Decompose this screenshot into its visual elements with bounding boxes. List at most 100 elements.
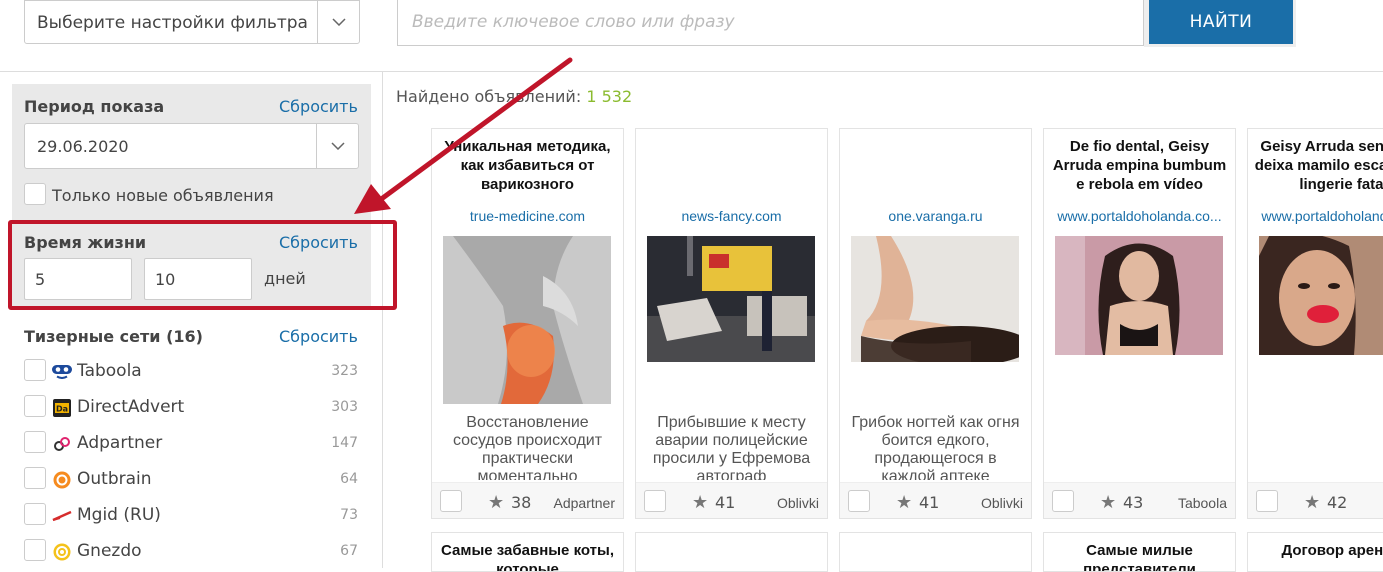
ad-card[interactable]: Geisy Arruda sensual e deixa mamilo esca… [1247, 128, 1383, 519]
ad-card-title[interactable] [844, 137, 1027, 195]
ad-card-footer: ★ 42 [1248, 482, 1383, 518]
network-checkbox[interactable] [24, 503, 46, 525]
found-count: 1 532 [586, 87, 633, 106]
star-icon[interactable]: ★ [1100, 492, 1116, 513]
ad-card-checkbox[interactable] [644, 490, 666, 512]
chevron-down-icon[interactable] [317, 1, 359, 43]
ad-card-title[interactable]: Самые милые представители [1048, 541, 1231, 571]
ad-card-description: Прибывшие к месту аварии полицейские про… [652, 414, 811, 480]
ad-card-network: Taboola [1177, 495, 1227, 511]
network-item-gnezdo[interactable]: Gnezdo 67 [24, 539, 360, 565]
ad-card-footer: ★ 41 Oblivki [840, 482, 1031, 518]
network-item-directadvert[interactable]: Da DirectAdvert 303 [24, 395, 360, 421]
ad-card-title[interactable] [844, 541, 1027, 571]
ad-card-footer: ★ 38 Adpartner [432, 482, 623, 518]
ad-card[interactable]: Самые милые представители [1043, 532, 1236, 572]
ad-card-description [1254, 414, 1383, 480]
ad-card[interactable]: Договор аренды [1247, 532, 1383, 572]
network-label: DirectAdvert [77, 397, 185, 417]
ad-card-description [1050, 414, 1229, 480]
ad-card-checkbox[interactable] [1052, 490, 1074, 512]
network-label: Outbrain [77, 469, 152, 489]
star-icon[interactable]: ★ [896, 492, 912, 513]
outbrain-icon [52, 470, 72, 490]
star-icon[interactable]: ★ [488, 492, 504, 513]
network-label: Gnezdo [77, 541, 142, 561]
network-count: 303 [331, 399, 358, 415]
top-bar: Выберите настройки фильтра Введите ключе… [0, 0, 1383, 72]
network-label: Adpartner [77, 433, 163, 453]
network-item-adpartner[interactable]: Adpartner 147 [24, 431, 360, 457]
ad-card-domain[interactable]: www.portaldoholanda.com [1252, 208, 1383, 224]
ad-card-checkbox[interactable] [440, 490, 462, 512]
search-input[interactable]: Введите ключевое слово или фразу [397, 0, 1144, 46]
ad-card-domain[interactable]: www.portaldoholanda.co... [1048, 208, 1231, 224]
network-checkbox[interactable] [24, 467, 46, 489]
ad-card-title[interactable]: Самые забавные коты, которые [436, 541, 619, 571]
search-button[interactable]: НАЙТИ [1149, 0, 1293, 44]
ad-card-rating: 43 [1123, 493, 1144, 512]
network-checkbox[interactable] [24, 539, 46, 561]
network-count: 147 [331, 435, 358, 451]
ad-card-image[interactable] [647, 236, 815, 362]
only-new-checkbox[interactable] [24, 183, 46, 205]
chevron-down-icon[interactable] [316, 124, 358, 168]
ad-card-title[interactable]: Geisy Arruda sensual e deixa mamilo esca… [1252, 137, 1383, 195]
ad-card-image[interactable] [1259, 236, 1383, 355]
filter-settings-label: Выберите настройки фильтра [37, 13, 308, 33]
network-checkbox[interactable] [24, 395, 46, 417]
ad-card[interactable] [635, 532, 828, 572]
network-label: Taboola [77, 361, 142, 381]
network-item-outbrain[interactable]: Outbrain 64 [24, 467, 360, 493]
filter-settings-select[interactable]: Выберите настройки фильтра [24, 0, 360, 44]
ad-card-rating: 38 [511, 493, 532, 512]
ad-card-network: Oblivki [980, 495, 1023, 511]
network-label: Mgid (RU) [77, 505, 161, 525]
found-count-line: Найдено объявлений: 1 532 [396, 87, 632, 106]
ad-card[interactable]: Самые забавные коты, которые [431, 532, 624, 572]
ad-card-title[interactable]: Договор аренды [1252, 541, 1383, 571]
ad-card-footer: ★ 41 Oblivki [636, 482, 827, 518]
ad-card-title[interactable]: Уникальная методика, как избавиться от в… [436, 137, 619, 195]
ad-card-image[interactable] [1055, 236, 1223, 355]
ad-card-checkbox[interactable] [848, 490, 870, 512]
ad-card-network: Oblivki [776, 495, 819, 511]
ad-card[interactable]: De fio dental, Geisy Arruda empina bumbu… [1043, 128, 1236, 519]
ad-card-image[interactable] [851, 236, 1019, 362]
search-placeholder: Введите ключевое слово или фразу [412, 12, 735, 32]
network-checkbox[interactable] [24, 359, 46, 381]
ad-card[interactable]: Уникальная методика, как избавиться от в… [431, 128, 624, 519]
ad-card-rating: 41 [919, 493, 940, 512]
ad-card-image[interactable] [443, 236, 611, 404]
svg-text:Da: Da [56, 405, 68, 414]
network-item-taboola[interactable]: Taboola 323 [24, 359, 360, 385]
ad-card[interactable]: one.varanga.ru Грибок ногтей как огня бо… [839, 128, 1032, 519]
network-checkbox[interactable] [24, 431, 46, 453]
gnezdo-icon [52, 542, 72, 562]
ad-card-title[interactable] [640, 541, 823, 571]
network-item-mgid[interactable]: Mgid (RU) 73 [24, 503, 360, 529]
ad-card-network: Adpartner [553, 495, 615, 511]
found-label: Найдено объявлений: [396, 87, 582, 106]
date-select[interactable]: 29.06.2020 [24, 123, 359, 169]
network-count: 73 [340, 507, 358, 523]
ad-card-domain[interactable]: news-fancy.com [640, 208, 823, 224]
ad-card-title[interactable] [640, 137, 823, 195]
networks-reset-link[interactable]: Сбросить [279, 327, 358, 346]
ad-card[interactable] [839, 532, 1032, 572]
ad-card-domain[interactable]: true-medicine.com [436, 208, 619, 224]
lifetime-highlight-box [8, 220, 397, 310]
networks-title: Тизерные сети (16) [24, 327, 203, 346]
ad-card-domain[interactable]: one.varanga.ru [844, 208, 1027, 224]
star-icon[interactable]: ★ [692, 492, 708, 513]
period-reset-link[interactable]: Сбросить [279, 97, 358, 116]
date-value: 29.06.2020 [37, 137, 129, 156]
star-icon[interactable]: ★ [1304, 492, 1320, 513]
ad-card-description: Грибок ногтей как огня боится едкого, пр… [851, 414, 1020, 480]
ad-card-title[interactable]: De fio dental, Geisy Arruda empina bumbu… [1048, 137, 1231, 195]
only-new-label: Только новые объявления [52, 186, 274, 205]
network-count: 67 [340, 543, 358, 559]
ad-card-checkbox[interactable] [1256, 490, 1278, 512]
directadvert-icon: Da [52, 398, 72, 418]
ad-card[interactable]: news-fancy.com Прибывшие к месту аварии … [635, 128, 828, 519]
